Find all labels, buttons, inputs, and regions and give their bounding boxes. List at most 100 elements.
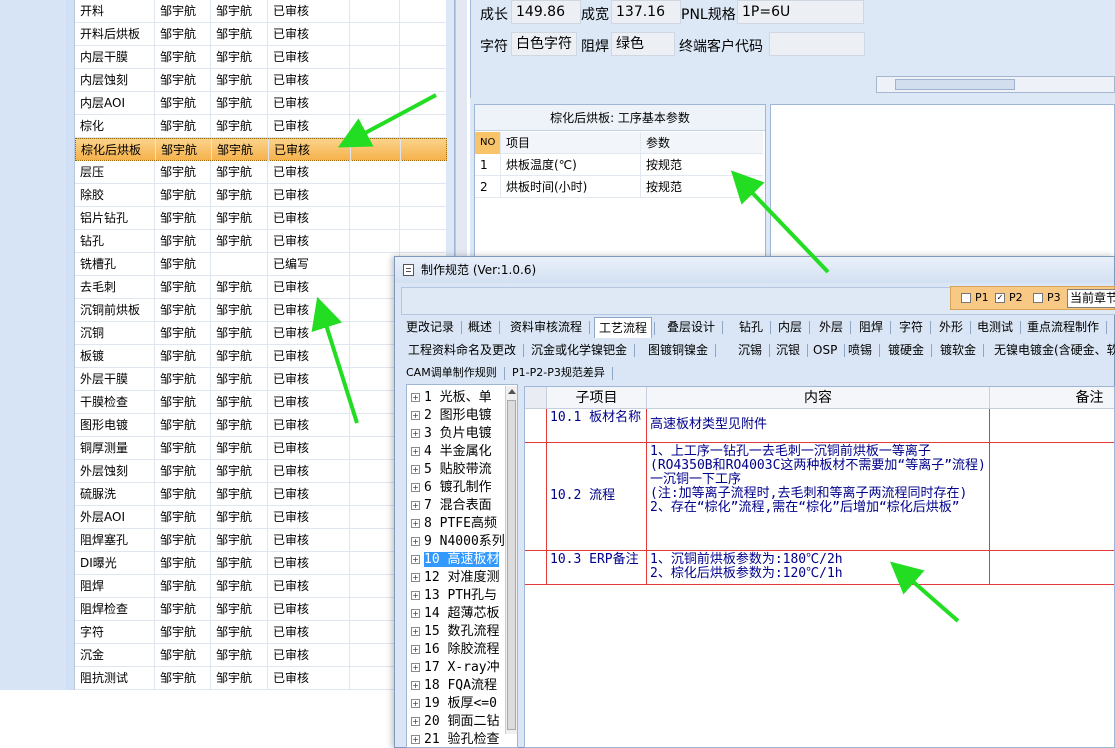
tab-item[interactable]: 沉银 — [772, 340, 809, 361]
process-row[interactable]: 钻孔 邹宇航 邹宇航 已审核 — [75, 230, 447, 253]
tree-node[interactable]: +4 半金属化 — [411, 443, 492, 461]
tab-item[interactable]: 阻焊 — [855, 317, 892, 338]
process-row[interactable]: 硫脲洗 邹宇航 邹宇航 已审核 — [75, 483, 447, 506]
expand-icon[interactable]: + — [411, 609, 420, 618]
tab-item[interactable]: 叠层设计 — [663, 317, 724, 338]
expand-icon[interactable]: + — [411, 429, 420, 438]
params-value[interactable]: 按规范 — [641, 154, 761, 176]
process-row[interactable]: 棕化 邹宇航 邹宇航 已审核 — [75, 115, 447, 138]
tree-node[interactable]: +16 除胶流程 — [411, 641, 499, 659]
tree-node[interactable]: +7 混合表面 — [411, 497, 492, 515]
process-row[interactable]: 干膜检查 邹宇航 邹宇航 已审核 — [75, 391, 447, 414]
tab-item[interactable]: 工艺流程 — [594, 317, 656, 338]
tab-item[interactable]: 工程资料命名及更改 — [404, 340, 525, 361]
params-row[interactable]: 2 烘板时间(小时) 按规范 — [475, 176, 763, 198]
tab-item[interactable]: 沉锡 — [734, 340, 771, 361]
process-row[interactable]: 阻焊塞孔 邹宇航 邹宇航 已审核 — [75, 529, 447, 552]
params-value[interactable]: 按规范 — [641, 176, 761, 198]
expand-icon[interactable]: + — [411, 393, 420, 402]
tab-item[interactable]: 镀硬金 — [884, 340, 933, 361]
tree-node[interactable]: +21 验孔检查 — [411, 731, 499, 747]
tree-node[interactable]: +12 对准度测 — [411, 569, 499, 587]
tab-item[interactable]: 沉金或化学镍钯金 — [527, 340, 636, 361]
process-row[interactable]: 外层AOI 邹宇航 邹宇航 已审核 — [75, 506, 447, 529]
process-row[interactable]: 阻焊 邹宇航 邹宇航 已审核 — [75, 575, 447, 598]
row-header[interactable] — [525, 409, 547, 443]
tab-item[interactable]: 无镍电镀金(含硬金、软金 — [990, 340, 1115, 361]
expand-icon[interactable]: + — [411, 465, 420, 474]
content-cell[interactable]: 1、沉铜前烘板参数为:180℃/2h 2、棕化后烘板参数为:120℃/1h — [647, 551, 990, 585]
expand-icon[interactable]: + — [411, 735, 420, 744]
process-row[interactable]: 外层蚀刻 邹宇航 邹宇航 已审核 — [75, 460, 447, 483]
process-row[interactable]: 内层干膜 邹宇航 邹宇航 已审核 — [75, 46, 447, 69]
sub-item-cell[interactable]: 10.1 板材名称 — [547, 409, 647, 443]
process-row[interactable]: DI曝光 邹宇航 邹宇航 已审核 — [75, 552, 447, 575]
sub-item-cell[interactable]: 10.2 流程 — [547, 443, 647, 551]
process-row[interactable]: 内层蚀刻 邹宇航 邹宇航 已审核 — [75, 69, 447, 92]
expand-icon[interactable]: + — [411, 663, 420, 672]
process-row[interactable]: 层压 邹宇航 邹宇航 已审核 — [75, 161, 447, 184]
process-row[interactable]: 棕化后烘板 邹宇航 邹宇航 已审核 — [75, 138, 447, 162]
tab-item[interactable]: 更改记录 — [402, 317, 463, 338]
tree-node[interactable]: +14 超薄芯板 — [411, 605, 499, 623]
p3-checkbox[interactable] — [1033, 293, 1043, 303]
tree-node[interactable]: +17 X-ray冲 — [411, 659, 500, 677]
process-row[interactable]: 内层AOI 邹宇航 邹宇航 已审核 — [75, 92, 447, 115]
content-cell[interactable]: 1、上工序一钻孔一去毛刺一沉铜前烘板一等离子(RO4350B和RO4003C这两… — [647, 443, 990, 551]
process-row[interactable]: 阻焊检查 邹宇航 邹宇航 已审核 — [75, 598, 447, 621]
tab-item[interactable]: 字符 — [895, 317, 932, 338]
tab-item[interactable]: 外层 — [815, 317, 852, 338]
process-row[interactable]: 板镀 邹宇航 邹宇航 已审核 — [75, 345, 447, 368]
tree-node[interactable]: +6 镀孔制作 — [411, 479, 492, 497]
expand-icon[interactable]: + — [411, 645, 420, 654]
content-cell[interactable]: 高速板材类型见附件 — [647, 409, 990, 443]
note-cell[interactable] — [990, 443, 1114, 551]
tab-item[interactable]: 电测试 — [973, 317, 1022, 338]
note-cell[interactable] — [990, 551, 1114, 585]
tree-node[interactable]: +15 数孔流程 — [411, 623, 499, 641]
tree-scrollbar[interactable] — [505, 386, 517, 734]
tab-item[interactable]: 外形 — [935, 317, 972, 338]
expand-icon[interactable]: + — [411, 519, 420, 528]
process-row[interactable]: 铜厚测量 邹宇航 邹宇航 已审核 — [75, 437, 447, 460]
tree-node[interactable]: +19 板厚<=0 — [411, 695, 497, 713]
process-row[interactable]: 字符 邹宇航 邹宇航 已审核 — [75, 621, 447, 644]
tree-node[interactable]: +13 PTH孔与 — [411, 587, 497, 605]
row-header[interactable] — [525, 551, 547, 585]
expand-icon[interactable]: + — [411, 573, 420, 582]
tab-item[interactable]: 重点流程制作 — [1023, 317, 1108, 338]
expand-icon[interactable]: + — [411, 591, 420, 600]
process-row[interactable]: 除胶 邹宇航 邹宇航 已审核 — [75, 184, 447, 207]
tree-node[interactable]: +3 负片电镀 — [411, 425, 492, 443]
process-row[interactable]: 铣槽孔 邹宇航 已编写 — [75, 253, 447, 276]
process-row[interactable]: 阻抗测试 邹宇航 邹宇航 已审核 — [75, 667, 447, 690]
expand-icon[interactable]: + — [411, 483, 420, 492]
sub-item-cell[interactable]: 10.3 ERP备注 — [547, 551, 647, 585]
tab-item[interactable]: CAM调单制作规则 — [402, 363, 505, 384]
process-row[interactable]: 沉铜 邹宇航 邹宇航 已审核 — [75, 322, 447, 345]
expand-icon[interactable]: + — [411, 501, 420, 510]
tab-item[interactable]: 镀软金 — [936, 340, 985, 361]
current-chapter-select[interactable]: 当前章节 — [1067, 289, 1115, 308]
process-row[interactable]: 外层干膜 邹宇航 邹宇航 已审核 — [75, 368, 447, 391]
tab-item[interactable]: 资料审核流程 — [506, 317, 591, 338]
note-cell[interactable] — [990, 409, 1114, 443]
expand-icon[interactable]: + — [411, 699, 420, 708]
tree-node[interactable]: +10 高速板材 — [411, 551, 500, 569]
tree-node[interactable]: +8 PTFE高频 — [411, 515, 497, 533]
scroll-thumb[interactable] — [895, 79, 1015, 90]
tree-node[interactable]: +2 图形电镀 — [411, 407, 492, 425]
p1-checkbox[interactable] — [961, 293, 971, 303]
p2-checkbox[interactable]: ✓ — [995, 293, 1005, 303]
tree-scroll-thumb[interactable] — [507, 400, 516, 730]
info-horizontal-scrollbar[interactable] — [876, 76, 1115, 93]
row-header[interactable] — [525, 443, 547, 551]
expand-icon[interactable]: + — [411, 411, 420, 420]
expand-icon[interactable]: + — [411, 627, 420, 636]
process-row[interactable]: 沉铜前烘板 邹宇航 邹宇航 已审核 — [75, 299, 447, 322]
tree-node[interactable]: +18 FQA流程 — [411, 677, 497, 695]
chapter-tree[interactable]: +1 光板、单 +2 图形电镀 +3 负片电镀 +4 半金属化 +5 贴胶带流 +6 镀孔… — [406, 384, 518, 748]
tab-item[interactable]: 概述 — [464, 317, 501, 338]
tree-node[interactable]: +9 N4000系列 — [411, 533, 505, 551]
expand-icon[interactable]: + — [411, 681, 420, 690]
